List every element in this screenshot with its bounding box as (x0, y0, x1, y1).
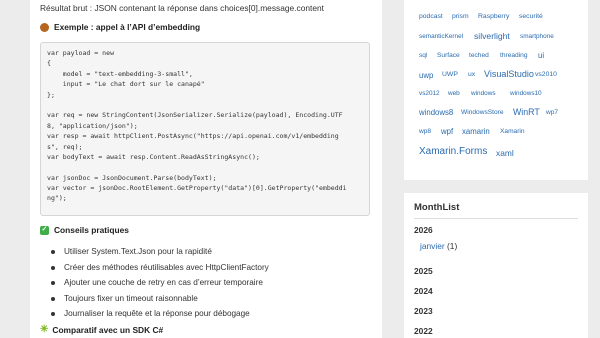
example-heading: Exemple : appel à l’API d’embedding (40, 22, 200, 32)
code-block[interactable]: var payload = new { model = "text-embeddi… (40, 42, 370, 216)
tag-link[interactable]: ui (538, 51, 544, 60)
tag-link[interactable]: xamarin (462, 127, 490, 136)
tag-link[interactable]: ux (468, 71, 475, 78)
tag-link[interactable]: Raspberry (478, 13, 509, 20)
tag-link[interactable]: windows10 (510, 90, 542, 97)
tag-link[interactable]: smartphone (520, 33, 554, 40)
year-2025[interactable]: 2025 (414, 266, 433, 276)
list-item: Créer des méthodes réutilisables avec Ht… (51, 260, 269, 276)
tag-link[interactable]: Surface (437, 52, 460, 59)
tag-link[interactable]: wp8 (419, 128, 431, 135)
code-line: { (47, 59, 51, 68)
tag-link[interactable]: semanticKernel (419, 33, 463, 40)
tag-link[interactable]: vs2012 (419, 90, 440, 97)
code-line: var resp = await httpClient.PostAsync("h… (47, 132, 339, 141)
tips-heading: Conseils pratiques (40, 225, 129, 235)
example-heading-text: Exemple : appel à l’API d’embedding (54, 22, 201, 32)
code-line: var req = new StringContent(JsonSerializ… (47, 111, 343, 120)
tag-link[interactable]: Xamarin.Forms (419, 146, 487, 157)
checkmark-icon (40, 225, 49, 235)
list-item: Toujours fixer un timeout raisonnable (51, 291, 269, 307)
divider (414, 218, 578, 219)
tag-link[interactable]: threading (500, 52, 528, 59)
tag-link[interactable]: vs2010 (535, 71, 557, 78)
tag-link[interactable]: podcast (419, 13, 443, 20)
tips-list: Utiliser System.Text.Json pour la rapidi… (51, 244, 269, 322)
tag-link[interactable]: teched (469, 52, 489, 59)
tag-link[interactable]: windows (471, 90, 496, 97)
article-content: Résultat brut : JSON contenant la répons… (30, 0, 382, 338)
tag-cloud: podcast prism Raspberry securité semanti… (404, 0, 588, 180)
month-link[interactable]: janvier (420, 241, 445, 251)
tag-link[interactable]: xaml (496, 148, 514, 158)
list-item: Ajouter une couche de retry en cas d’err… (51, 275, 269, 291)
tag-link[interactable]: sql (419, 52, 427, 59)
code-line: ng"); (47, 194, 67, 203)
sparkle-icon: ✳ (40, 324, 49, 335)
month-item: janvier (1) (420, 241, 457, 251)
year-2023[interactable]: 2023 (414, 306, 433, 316)
compare-heading: ✳ Comparatif avec un SDK C# (40, 324, 163, 335)
code-line: var payload = new (47, 49, 115, 57)
list-item: Utiliser System.Text.Json pour la rapidi… (51, 244, 269, 260)
tag-link[interactable]: UWP (442, 71, 458, 78)
code-line: var vector = jsonDoc.RootElement.GetProp… (47, 184, 347, 193)
year-2024[interactable]: 2024 (414, 286, 433, 296)
compare-heading-text: Comparatif avec un SDK C# (52, 324, 164, 335)
code-line: input = "Le chat dort sur le canapé" (47, 80, 205, 89)
code-line: var bodyText = await resp.Content.ReadAs… (47, 152, 260, 161)
tag-link[interactable]: prism (452, 13, 469, 20)
year-2022[interactable]: 2022 (414, 326, 433, 336)
code-line: var jsonDoc = JsonDocument.Parse(bodyTex… (47, 173, 217, 182)
code-line: s", req); (47, 142, 83, 151)
tag-link[interactable]: WindowsStore (461, 109, 504, 116)
year-2026[interactable]: 2026 (414, 225, 433, 235)
tag-link[interactable]: Xamarin (500, 128, 525, 135)
tag-link[interactable]: wpf (441, 127, 453, 136)
tag-link[interactable]: VisualStudio (484, 69, 534, 79)
tag-link[interactable]: uwp (419, 71, 433, 80)
tag-link[interactable]: WinRT (513, 107, 540, 117)
tag-link[interactable]: securité (519, 13, 543, 20)
month-count: (1) (447, 241, 458, 251)
tag-link[interactable]: web (448, 90, 460, 97)
emoji-icon (40, 22, 49, 32)
code-line: }; (47, 90, 55, 99)
month-list: MonthList 2026 janvier (1) 2025 2024 202… (404, 193, 588, 338)
list-item: Journaliser la requête et la réponse pou… (51, 306, 269, 322)
month-list-title: MonthList (414, 202, 460, 213)
tag-link[interactable]: wp7 (546, 109, 558, 116)
code-line: model = "text-embedding-3-small", (47, 69, 193, 78)
code-line: 8, "application/json"); (47, 121, 138, 130)
tag-link[interactable]: windows8 (419, 108, 453, 117)
tips-heading-text: Conseils pratiques (54, 225, 129, 235)
intro-text: Résultat brut : JSON contenant la répons… (40, 3, 324, 13)
tag-link[interactable]: silverlight (474, 31, 510, 41)
